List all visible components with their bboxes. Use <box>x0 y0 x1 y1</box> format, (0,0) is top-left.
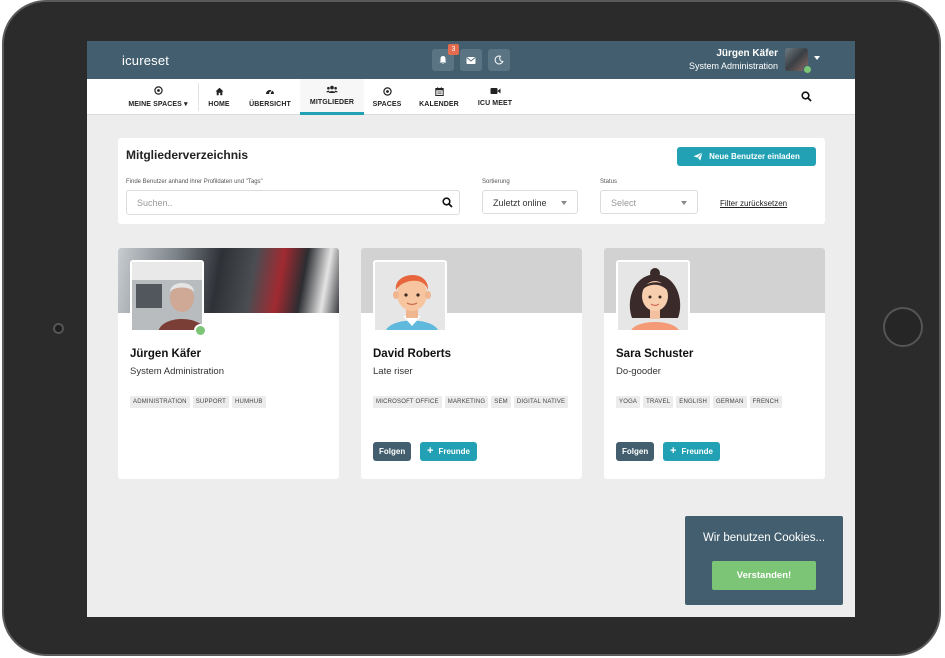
tag[interactable]: SUPPORT <box>192 396 229 408</box>
sort-label: Sortierung <box>482 179 510 185</box>
add-friend-button[interactable]: + Freunde <box>663 442 720 461</box>
male-avatar-illustration <box>375 262 445 330</box>
brand-logo[interactable]: icureset <box>122 53 169 68</box>
member-name[interactable]: Sara Schuster <box>616 348 693 360</box>
follow-button[interactable]: Folgen <box>373 442 412 461</box>
status-label: Status <box>600 179 618 185</box>
tag[interactable]: GERMAN <box>713 396 747 408</box>
tag[interactable]: TRAVEL <box>643 396 674 408</box>
plus-icon: + <box>670 445 677 457</box>
reset-filter-link[interactable]: Filter zurücksetzen <box>720 199 787 208</box>
sort-value: Zuletzt online <box>493 198 547 208</box>
camera-icon <box>53 323 64 334</box>
tag[interactable]: FRENCH <box>749 396 782 408</box>
cookie-banner: Wir benutzen Cookies... Verstanden! <box>685 516 843 605</box>
tag-list: ADMINISTRATION SUPPORT HUMHUB <box>130 396 330 408</box>
sort-select[interactable]: Zuletzt online <box>482 190 578 214</box>
target-icon <box>153 86 163 95</box>
search-icon[interactable] <box>442 197 453 208</box>
invite-users-button[interactable]: Neue Benutzer einladen <box>677 147 816 166</box>
person-photo <box>132 262 202 330</box>
messages-button[interactable] <box>460 49 482 71</box>
follow-button[interactable]: Folgen <box>616 442 655 461</box>
nav-label: MITGLIEDER <box>309 99 355 106</box>
member-directory-panel: Mitgliederverzeichnis Neue Benutzer einl… <box>118 138 825 224</box>
invite-label: Neue Benutzer einladen <box>709 152 800 161</box>
member-card: Sara Schuster Do-gooder YOGA TRAVEL ENGL… <box>604 248 825 479</box>
avatar[interactable] <box>373 260 447 332</box>
nav-uebersicht[interactable]: ÜBERSICHT <box>244 79 296 115</box>
nav-home[interactable]: HOME <box>202 79 236 115</box>
tag[interactable]: ADMINISTRATION <box>130 396 190 408</box>
nav-label: SPACES <box>372 100 402 108</box>
tag[interactable]: MICROSOFT OFFICE <box>373 396 442 408</box>
tag[interactable]: MARKETING <box>444 396 489 408</box>
member-card: Jürgen Käfer System Administration ADMIN… <box>118 248 339 479</box>
friend-label: Freunde <box>681 447 713 456</box>
tag-list: MICROSOFT OFFICE MARKETING SEM DIGITAL N… <box>373 396 573 408</box>
nav-label: ICU MEET <box>477 100 513 107</box>
search-label: Finde Benutzer anhand ihrer Profildaten … <box>126 179 263 185</box>
search-placeholder: Suchen.. <box>137 198 173 208</box>
search-input[interactable]: Suchen.. <box>126 190 460 215</box>
top-bar: icureset 3 Jürgen Käfer System Administr… <box>87 41 855 79</box>
users-icon <box>326 85 338 93</box>
friend-label: Freunde <box>438 447 470 456</box>
member-name[interactable]: Jürgen Käfer <box>130 348 201 360</box>
chevron-down-icon[interactable] <box>814 56 820 60</box>
envelope-icon <box>466 56 476 64</box>
video-icon <box>490 88 500 94</box>
dark-mode-button[interactable] <box>488 49 510 71</box>
nav-kalender[interactable]: KALENDER <box>414 79 464 115</box>
online-status-dot <box>194 324 207 337</box>
nav-label: HOME <box>208 100 230 108</box>
user-name[interactable]: Jürgen Käfer <box>716 48 778 59</box>
app-screen: icureset 3 Jürgen Käfer System Administr… <box>87 41 855 617</box>
member-name[interactable]: David Roberts <box>373 348 451 360</box>
page-title: Mitgliederverzeichnis <box>126 148 249 162</box>
chevron-down-icon <box>561 201 567 205</box>
tag[interactable]: SEM <box>491 396 511 408</box>
nav-meine-spaces[interactable]: MEINE SPACES ▾ <box>125 79 191 115</box>
chevron-down-icon <box>681 201 687 205</box>
bell-icon <box>439 56 447 65</box>
nav-label: ÜBERSICHT <box>249 100 291 108</box>
tag-list: YOGA TRAVEL ENGLISH GERMAN FRENCH <box>616 396 816 408</box>
main-navigation: MEINE SPACES ▾ HOME ÜBERSICHT MITGLIEDER… <box>87 79 855 115</box>
avatar[interactable] <box>616 260 690 332</box>
dashboard-icon <box>266 89 274 94</box>
nav-mitglieder[interactable]: MITGLIEDER <box>300 79 364 115</box>
paper-plane-icon <box>693 152 703 161</box>
user-role: System Administration <box>688 61 778 71</box>
nav-icu-meet[interactable]: ICU MEET <box>473 79 517 115</box>
tag[interactable]: YOGA <box>616 396 641 408</box>
status-placeholder: Select <box>611 198 637 208</box>
accept-cookies-button[interactable]: Verstanden! <box>712 561 816 590</box>
member-card: David Roberts Late riser MICROSOFT OFFIC… <box>361 248 582 479</box>
tag[interactable]: ENGLISH <box>676 396 710 408</box>
tag[interactable]: HUMHUB <box>232 396 266 408</box>
cookie-message: Wir benutzen Cookies... <box>702 532 826 544</box>
member-role: Do-gooder <box>616 366 661 377</box>
plus-icon: + <box>427 445 434 457</box>
nav-label: MEINE SPACES ▾ <box>128 101 188 108</box>
tag[interactable]: DIGITAL NATIVE <box>513 396 569 408</box>
member-role: System Administration <box>130 366 224 377</box>
target-icon <box>382 86 392 96</box>
nav-label: KALENDER <box>419 100 459 108</box>
calendar-icon <box>434 86 444 96</box>
avatar[interactable] <box>130 260 204 332</box>
member-role: Late riser <box>373 366 413 377</box>
nav-spaces[interactable]: SPACES <box>368 79 406 115</box>
add-friend-button[interactable]: + Freunde <box>420 442 477 461</box>
moon-icon <box>494 55 504 65</box>
online-status-dot <box>803 65 812 74</box>
search-icon[interactable] <box>801 91 812 102</box>
status-select[interactable]: Select <box>600 190 698 214</box>
home-button <box>883 307 923 347</box>
home-icon <box>215 87 223 95</box>
nav-divider <box>198 83 199 111</box>
female-avatar-illustration <box>618 262 688 330</box>
notification-badge: 3 <box>448 44 459 55</box>
